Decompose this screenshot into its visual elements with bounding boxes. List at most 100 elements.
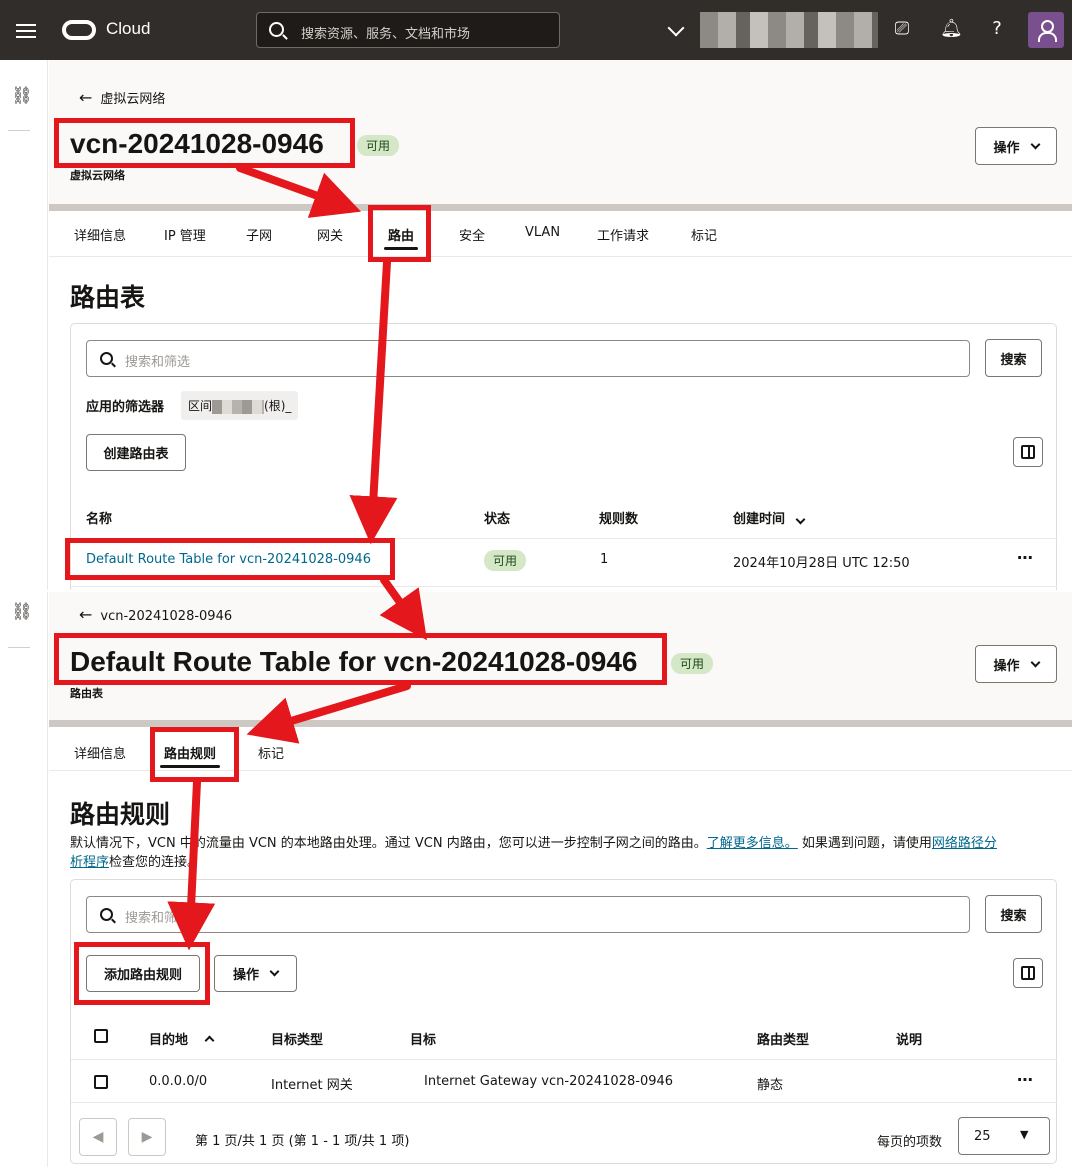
column-header-target-type[interactable]: 目标类型 — [271, 1029, 323, 1048]
resource-type-label: 虚拟云网络 — [70, 169, 125, 182]
tab-security[interactable]: 安全 — [459, 225, 485, 244]
region-chevron-down-icon[interactable] — [667, 19, 685, 37]
applied-filters-label: 应用的筛选器 — [86, 400, 165, 415]
column-header-status[interactable]: 状态 — [484, 508, 510, 527]
row-actions-icon[interactable]: ⋯ — [1017, 1070, 1034, 1089]
row-target: Internet Gateway vcn-20241028-0946 — [424, 1074, 674, 1089]
help-icon[interactable]: ? — [986, 18, 1008, 40]
rail-divider — [8, 647, 30, 648]
header-strip — [49, 720, 1072, 727]
network-path-analyzer-link[interactable]: 网络路径分 — [932, 836, 997, 851]
column-header-rule-count[interactable]: 规则数 — [599, 508, 638, 527]
row-rule-count: 1 — [600, 552, 609, 567]
column-manager-icon[interactable] — [1013, 437, 1043, 467]
rail-divider — [8, 130, 30, 131]
search-button[interactable]: 搜索 — [985, 895, 1042, 933]
arrow-left-icon: ← — [79, 88, 93, 107]
chevron-down-icon — [1030, 657, 1040, 667]
row-checkbox[interactable] — [94, 1075, 108, 1089]
top-bar: Cloud 搜索资源、服务、文档和市场 ⎚ 🔔︎ ? — [0, 0, 1072, 60]
column-manager-icon[interactable] — [1013, 958, 1043, 988]
learn-more-link[interactable]: 了解更多信息。 — [707, 836, 798, 851]
tab-gateways[interactable]: 网关 — [317, 225, 343, 244]
back-link-label: 虚拟云网络 — [100, 92, 166, 107]
tab-work-requests[interactable]: 工作请求 — [597, 225, 649, 244]
global-search-placeholder: 搜索资源、服务、文档和市场 — [301, 27, 471, 42]
route-rules-panel: 搜索和筛选 搜索 添加路由规则 操作 目的地 目标类型 目标 路由类型 说明 0… — [70, 879, 1057, 1164]
redacted-compartment — [212, 399, 265, 414]
select-all-checkbox[interactable] — [94, 1029, 108, 1043]
actions-button[interactable]: 操作 — [975, 645, 1057, 683]
create-route-table-button[interactable]: 创建路由表 — [86, 434, 186, 471]
annotation-box-routing-tab — [368, 205, 431, 262]
column-header-created[interactable]: 创建时间 — [733, 508, 806, 527]
arrow-left-icon: ← — [79, 605, 93, 624]
row-actions-icon[interactable]: ⋯ — [1017, 548, 1034, 567]
section-title: 路由规则 — [70, 800, 171, 829]
back-link[interactable]: ← vcn-20241028-0946 — [79, 605, 232, 624]
network-icon[interactable]: ⛓ — [11, 86, 33, 106]
section-title: 路由表 — [70, 283, 146, 312]
status-badge: 可用 — [357, 135, 400, 156]
annotation-box-vcn-title — [54, 118, 355, 168]
tab-ip-management[interactable]: IP 管理 — [164, 225, 206, 244]
bulk-actions-button[interactable]: 操作 — [214, 955, 297, 992]
row-destination: 0.0.0.0/0 — [149, 1074, 208, 1089]
side-rail: ⛓ — [0, 60, 48, 590]
hamburger-menu-icon[interactable] — [16, 20, 36, 40]
column-header-destination[interactable]: 目的地 — [149, 1029, 215, 1048]
cloud-shell-icon[interactable]: ⎚ — [891, 18, 913, 40]
brand-label[interactable]: Cloud — [106, 19, 150, 39]
search-button[interactable]: 搜索 — [985, 339, 1042, 377]
annotation-box-add-rule-button — [74, 942, 210, 1005]
bell-icon[interactable]: 🔔︎ — [940, 18, 963, 40]
chevron-down-icon — [269, 966, 280, 977]
compartment-filter-chip[interactable]: 区间 (根)_ — [181, 391, 299, 420]
header-strip — [49, 204, 1072, 211]
row-divider — [71, 1102, 1057, 1103]
profile-avatar[interactable] — [1028, 12, 1064, 48]
per-page-value: 25 — [974, 1129, 991, 1144]
column-header-target[interactable]: 目标 — [410, 1029, 436, 1048]
search-icon — [269, 22, 284, 37]
previous-page-button[interactable]: ◀ — [79, 1118, 117, 1156]
tab-details[interactable]: 详细信息 — [74, 743, 126, 762]
global-search-input[interactable]: 搜索资源、服务、文档和市场 — [256, 12, 560, 48]
tab-vlan[interactable]: VLAN — [525, 225, 560, 240]
search-icon — [100, 908, 113, 921]
annotation-box-route-table-title — [54, 633, 667, 685]
status-badge: 可用 — [671, 653, 714, 674]
sort-chevron-down-icon — [795, 514, 806, 525]
caret-down-icon: ▼ — [1020, 1128, 1029, 1141]
annotation-box-route-rules-tab — [150, 727, 239, 782]
back-link[interactable]: ← 虚拟云网络 — [79, 88, 165, 107]
network-path-analyzer-link-cont[interactable]: 析程序 — [70, 855, 109, 870]
per-page-label: 每页的项数 — [877, 1135, 943, 1150]
column-header-name[interactable]: 名称 — [86, 508, 112, 527]
row-created: 2024年10月28日 UTC 12:50 — [733, 556, 910, 571]
section-description: 默认情况下，VCN 中的流量由 VCN 的本地路由处理。通过 VCN 内路由，您… — [70, 836, 997, 870]
tab-details[interactable]: 详细信息 — [74, 225, 126, 244]
filter-search-placeholder: 搜索和筛选 — [125, 911, 191, 926]
resource-type-label: 路由表 — [70, 687, 103, 700]
filter-search-placeholder: 搜索和筛选 — [125, 355, 191, 370]
redacted-region — [700, 12, 878, 48]
row-target-type: Internet 网关 — [271, 1078, 353, 1093]
row-divider — [71, 1059, 1057, 1060]
tab-tags[interactable]: 标记 — [691, 225, 717, 244]
tab-tags[interactable]: 标记 — [258, 743, 284, 762]
tab-subnets[interactable]: 子网 — [246, 225, 272, 244]
sort-ascending-icon — [204, 1035, 215, 1046]
column-header-description[interactable]: 说明 — [896, 1029, 922, 1048]
actions-button[interactable]: 操作 — [975, 127, 1057, 165]
filter-search-input[interactable]: 搜索和筛选 — [86, 340, 970, 377]
search-icon — [100, 352, 113, 365]
filter-search-input[interactable]: 搜索和筛选 — [86, 896, 970, 933]
column-header-route-type[interactable]: 路由类型 — [757, 1029, 809, 1048]
next-page-button[interactable]: ▶ — [128, 1118, 166, 1156]
annotation-box-route-table-link — [65, 538, 395, 580]
per-page-select[interactable]: 25 ▼ — [958, 1117, 1050, 1155]
network-icon[interactable]: ⛓ — [11, 602, 33, 622]
back-link-label: vcn-20241028-0946 — [100, 609, 233, 624]
oracle-logo-icon[interactable] — [62, 20, 96, 40]
